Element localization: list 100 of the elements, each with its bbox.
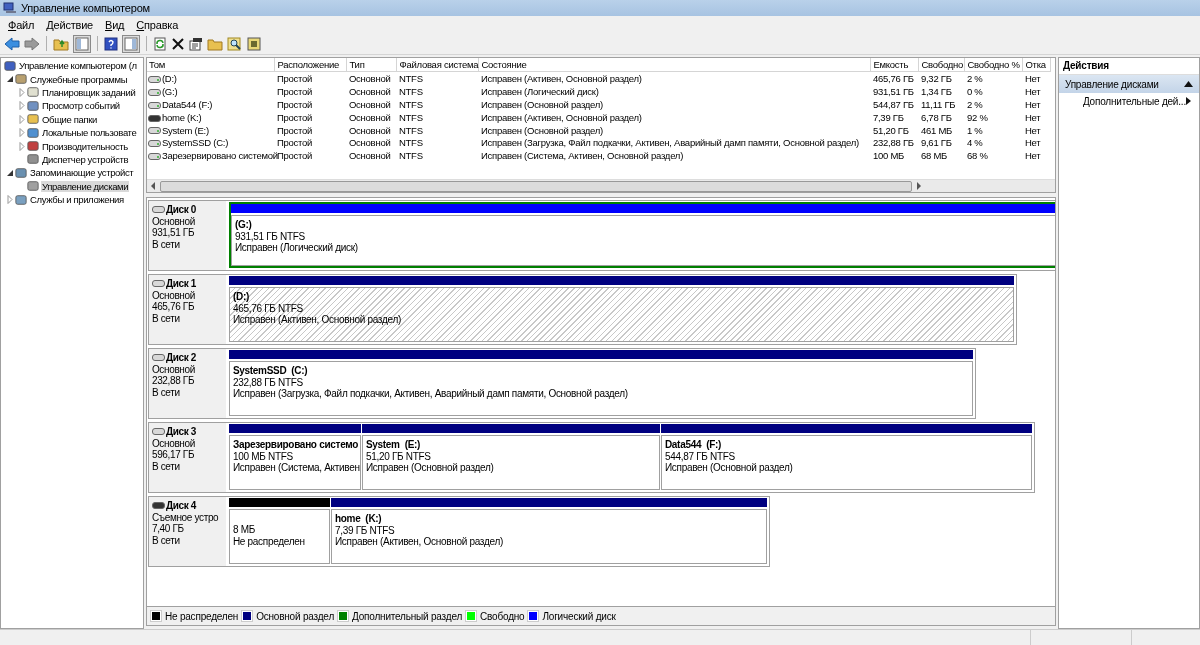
disk-type: Основной: [151, 215, 196, 227]
table-cell: Простой: [276, 85, 313, 97]
table-cell: 544,87 ГБ: [872, 98, 914, 110]
legend-label: Логический диск: [542, 610, 616, 622]
column-header[interactable]: Тип: [346, 58, 397, 72]
tree-item[interactable]: Локальные пользовате: [41, 127, 138, 139]
disk-size: 465,76 ГБ: [151, 301, 196, 313]
menu-item[interactable]: Действие: [40, 18, 100, 31]
partition-size: 51,20 ГБ NTFS: [365, 450, 432, 462]
help-icon[interactable]: [104, 36, 118, 51]
action-section[interactable]: Управление дисками: [1058, 75, 1199, 93]
tree-item[interactable]: Запоминающие устройст: [29, 167, 135, 179]
column-header[interactable]: Том: [146, 58, 275, 72]
partition-status: Исправен (Загрузка, Файл подкачки, Активен, Аварийный дамп памяти, Основной раздел): [232, 388, 629, 400]
table-cell: Нет: [1024, 137, 1041, 149]
search-icon[interactable]: [227, 36, 243, 51]
tree-item[interactable]: Служебные программы: [29, 73, 129, 85]
table-cell: Простой: [276, 137, 313, 149]
column-header[interactable]: Свободно %: [964, 58, 1023, 72]
tree-pane-icon[interactable]: [75, 36, 89, 51]
disk-size: 931,51 ГБ: [151, 227, 196, 239]
menu-item[interactable]: Файл: [2, 18, 41, 31]
table-cell: 9,61 ГБ: [920, 137, 952, 149]
table-cell: 465,76 ГБ: [872, 72, 914, 84]
table-cell: Основной: [348, 124, 391, 136]
properties-icon[interactable]: [189, 36, 203, 51]
partition-status: Исправен (Активен, Основной раздел): [232, 314, 402, 326]
collapse-icon[interactable]: [1184, 81, 1193, 87]
delete-icon[interactable]: [171, 36, 185, 51]
scroll-right-icon[interactable]: [915, 182, 922, 190]
partition-status: Не распределен: [232, 535, 306, 547]
tree-item[interactable]: Диспетчер устройств: [41, 153, 130, 165]
table-cell: NTFS: [398, 72, 423, 84]
table-cell: 6,78 ГБ: [920, 111, 952, 123]
menu-item[interactable]: Вид: [99, 18, 131, 31]
table-cell: 51,20 ГБ: [872, 124, 909, 136]
partition-name: home (K:): [334, 513, 383, 525]
partition-name: System (E:): [365, 439, 422, 451]
table-cell: 0 %: [966, 85, 983, 97]
table-cell: Нет: [1024, 85, 1041, 97]
table-cell: Нет: [1024, 111, 1041, 123]
legend-label: Не распределен: [164, 610, 239, 622]
partition-status: Исправен (Активен, Основной раздел): [334, 536, 504, 548]
table-cell: 232,88 ГБ: [872, 137, 914, 149]
table-cell: Исправен (Логический диск): [480, 85, 599, 97]
partition-name: (D:): [232, 291, 250, 303]
tree-item[interactable]: Планировщик заданий: [41, 86, 137, 98]
partition-size: 465,76 ГБ NTFS: [232, 302, 304, 314]
table-cell: Исправен (Активен, Основной раздел): [480, 72, 642, 84]
legend-label: Дополнительный раздел: [352, 610, 463, 622]
table-cell: home (K:): [161, 111, 202, 123]
partition-status: Исправен (Логический диск): [234, 242, 359, 254]
expanded-arrow-icon[interactable]: [5, 168, 14, 177]
column-header[interactable]: Емкость: [870, 58, 919, 72]
tree-item[interactable]: Общие папки: [41, 113, 99, 125]
table-cell: 11,11 ГБ: [920, 98, 956, 110]
table-cell: Зарезервировано системой: [161, 150, 278, 162]
table-cell: NTFS: [398, 150, 423, 162]
disk-name: Диск 1: [165, 278, 196, 290]
table-cell: 7,39 ГБ: [872, 111, 904, 123]
table-cell: 1,34 ГБ: [920, 85, 952, 97]
window-title: Управление компьютером: [21, 2, 150, 14]
refresh-icon[interactable]: [153, 36, 167, 51]
back-arrow-icon[interactable]: [4, 36, 20, 51]
disk-status: В сети: [151, 460, 181, 472]
table-cell: System (E:): [161, 124, 209, 136]
table-cell: Основной: [348, 85, 391, 97]
folder-up-icon[interactable]: [53, 36, 69, 51]
horizontal-scrollbar[interactable]: [146, 179, 1055, 192]
table-cell: 9,32 ГБ: [920, 72, 952, 84]
table-cell: Нет: [1024, 150, 1041, 162]
legend-label: Свободно: [480, 610, 525, 622]
tree-item[interactable]: Управление дисками: [41, 180, 130, 192]
action-link[interactable]: Дополнительные дей...: [1082, 95, 1186, 107]
disk-size: 232,88 ГБ: [151, 375, 196, 387]
column-header[interactable]: Отка: [1022, 58, 1051, 72]
table-cell: Простой: [276, 124, 313, 136]
table-cell: 1 %: [966, 124, 983, 136]
disk-name: Диск 2: [165, 352, 196, 364]
forward-arrow-icon[interactable]: [24, 36, 40, 51]
table-cell: Исправен (Основной раздел): [480, 98, 604, 110]
tree-item[interactable]: Производительность: [41, 140, 129, 152]
partition-size: 544,87 ГБ NTFS: [664, 450, 736, 462]
column-header[interactable]: Состояние: [478, 58, 871, 72]
tree-item[interactable]: Просмотр событий: [41, 100, 121, 112]
tree-item[interactable]: Управление компьютером (л: [18, 60, 138, 72]
partition[interactable]: (G:) 931,51 ГБ NTFS Исправен (Логический диск): [228, 202, 1055, 268]
scroll-left-icon[interactable]: [149, 182, 156, 190]
column-header[interactable]: Расположение: [274, 58, 347, 72]
tree-item[interactable]: Службы и приложения: [29, 194, 125, 206]
table-cell: Data544 (F:): [161, 98, 213, 110]
column-header[interactable]: Свободно: [918, 58, 965, 72]
menu-item[interactable]: Справка: [130, 18, 185, 31]
expanded-arrow-icon[interactable]: [5, 75, 14, 84]
disk-name: Диск 0: [165, 204, 196, 216]
partition-name: SystemSSD (C:): [232, 365, 309, 377]
action-pane-icon[interactable]: [124, 36, 138, 51]
column-header[interactable]: Файловая система: [396, 58, 479, 72]
table-cell: Исправен (Основной раздел): [480, 124, 604, 136]
partition-status: Исправен (Основной раздел): [365, 462, 495, 474]
